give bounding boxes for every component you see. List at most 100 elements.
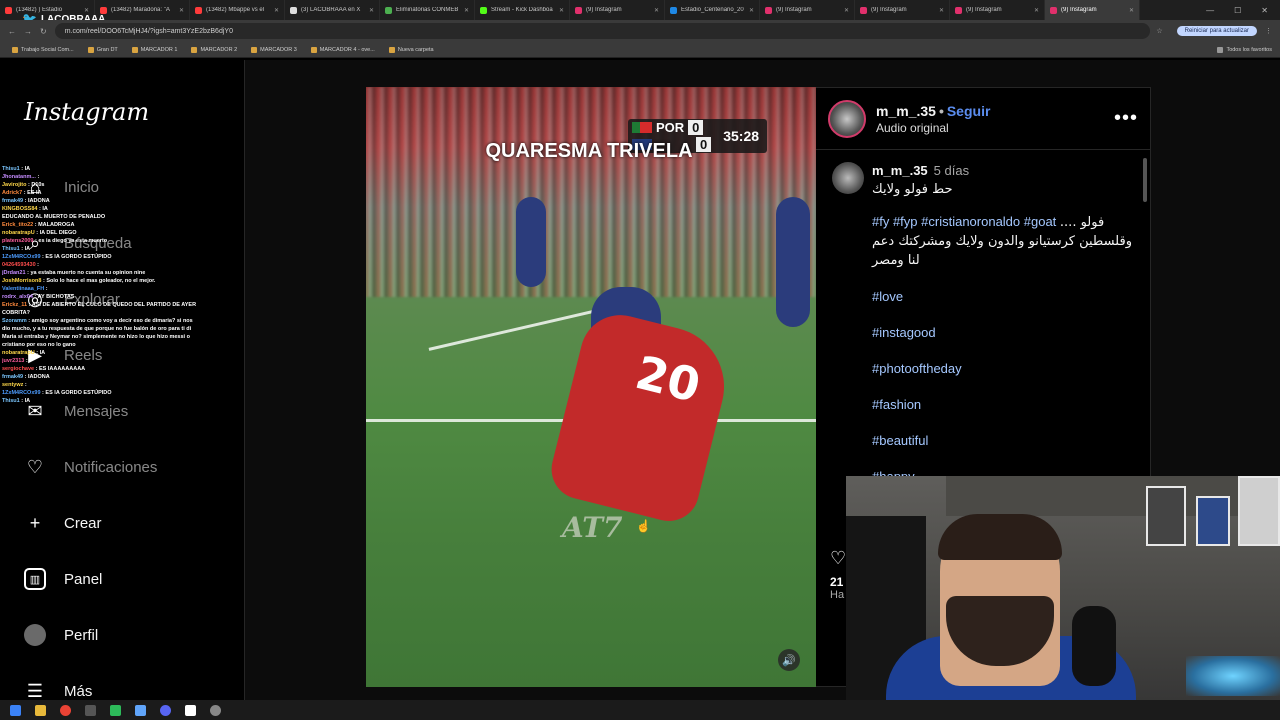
browser-tab[interactable]: (13482) Maradona: "A ✕ xyxy=(95,0,190,20)
close-tab-icon[interactable]: ✕ xyxy=(654,7,659,14)
sidebar-item-panel[interactable]: ▥ Panel xyxy=(24,568,102,590)
browser-tab[interactable]: (3) LACOBRAAA en X ✕ xyxy=(285,0,380,20)
menu-dots-icon[interactable]: ⋮ xyxy=(1265,27,1280,35)
star-icon[interactable]: ☆ xyxy=(1150,27,1168,35)
hashtag-link[interactable]: #instagood xyxy=(872,324,1132,342)
inline-hashtags[interactable]: #fy #fyp #cristianoronaldo #goat xyxy=(872,214,1056,229)
chat-username[interactable]: sentywz xyxy=(2,382,23,388)
update-button[interactable]: Reiniciar para actualizar xyxy=(1176,26,1257,36)
app-icon[interactable] xyxy=(85,704,96,716)
sidebar-item-crear[interactable]: + Crear xyxy=(24,512,102,534)
chat-text: ASÍ DE ABIERTO EL CULO DE QUEDO DEL PART… xyxy=(2,302,197,316)
chat-username[interactable]: jDrdan21 xyxy=(2,270,26,276)
back-icon[interactable]: ← xyxy=(8,27,16,36)
bookmark-item[interactable]: MARCADOR 3 xyxy=(251,46,297,53)
chat-username[interactable]: rodrx_alx04 xyxy=(2,294,33,300)
discord-icon[interactable] xyxy=(160,704,171,716)
close-tab-icon[interactable]: ✕ xyxy=(1034,7,1039,14)
close-tab-icon[interactable]: ✕ xyxy=(749,7,754,14)
bookmark-item[interactable]: Nueva carpeta xyxy=(388,46,434,53)
bookmark-item[interactable]: Gran DT xyxy=(87,46,118,53)
chat-username[interactable]: JoshMorrison8 xyxy=(2,278,41,284)
chat-username[interactable]: 1ZxM4RCOx99 xyxy=(2,390,41,396)
app-icon[interactable] xyxy=(110,704,121,716)
chat-username[interactable]: KINGBOSS84 xyxy=(2,206,37,212)
instagram-logo[interactable]: Instagram xyxy=(24,98,149,126)
author-avatar[interactable] xyxy=(828,99,866,138)
chat-message: Erick_tito22 : MALADROGA xyxy=(2,222,75,228)
maximize-icon[interactable]: ☐ xyxy=(1234,6,1241,15)
chat-username[interactable]: nobaratrapU xyxy=(2,350,35,356)
sidebar-item-notificaciones[interactable]: ♡ Notificaciones xyxy=(24,456,157,478)
close-tab-icon[interactable]: ✕ xyxy=(274,7,279,14)
chat-username[interactable]: Javirojito xyxy=(2,182,26,188)
forward-icon[interactable]: → xyxy=(24,27,32,36)
chat-username[interactable]: Szoramm xyxy=(2,318,27,324)
chat-username[interactable]: sergiochave xyxy=(2,366,34,372)
chat-username[interactable]: frmak49 xyxy=(2,374,23,380)
hashtag-link[interactable]: #fashion xyxy=(872,396,1132,414)
sidebar-item-ms[interactable]: ☰ Más xyxy=(24,680,92,702)
bookmark-item[interactable]: Trabajo Social Com... xyxy=(12,46,74,53)
all-bookmarks[interactable]: Todos los favoritos xyxy=(1217,46,1280,53)
browser-tab[interactable]: (9) Instagram ✕ xyxy=(1045,0,1140,20)
hashtag-link[interactable]: #photooftheday xyxy=(872,360,1132,378)
browser-tab[interactable]: Stream - Kick Dashboa ✕ xyxy=(475,0,570,20)
like-icon[interactable]: ♡ xyxy=(830,548,846,569)
chat-username[interactable]: Thisu1 xyxy=(2,398,20,404)
close-tab-icon[interactable]: ✕ xyxy=(1129,7,1134,14)
chat-username[interactable]: Jhonatanm... xyxy=(2,174,36,180)
obs-icon[interactable] xyxy=(185,704,196,716)
close-tab-icon[interactable]: ✕ xyxy=(369,7,374,14)
reload-icon[interactable]: ↻ xyxy=(40,27,47,36)
close-tab-icon[interactable]: ✕ xyxy=(939,7,944,14)
close-tab-icon[interactable]: ✕ xyxy=(464,7,469,14)
more-options-icon[interactable]: ••• xyxy=(1114,107,1138,130)
close-tab-icon[interactable]: ✕ xyxy=(559,7,564,14)
comments-scrollbar[interactable] xyxy=(1143,158,1147,202)
chat-username[interactable]: 04264593430 xyxy=(2,262,36,268)
browser-tab[interactable]: Eliminatorias CONMEB ✕ xyxy=(380,0,475,20)
chat-username[interactable]: Adrick7 xyxy=(2,190,22,196)
chat-username[interactable]: juvr2313 xyxy=(2,358,24,364)
author-username[interactable]: m_m_.35 xyxy=(876,103,936,119)
team-name: POR xyxy=(656,120,685,135)
follow-button[interactable]: Seguir xyxy=(947,103,991,119)
sidebar-item-perfil[interactable]: Perfil xyxy=(24,624,98,646)
speaker-icon[interactable]: 🔊 xyxy=(778,649,800,671)
chat-username[interactable]: Erick_tito22 xyxy=(2,222,33,228)
hashtag-link[interactable]: #beautiful xyxy=(872,432,1132,450)
folder-icon[interactable] xyxy=(35,704,46,716)
browser-tab[interactable]: (9) Instagram ✕ xyxy=(950,0,1045,20)
browser-tab[interactable]: (13482) Mbappe vs el ✕ xyxy=(190,0,285,20)
browser-tab[interactable]: Estadio_Centenario_20 ✕ xyxy=(665,0,760,20)
address-bar[interactable]: m.com/reel/DOO6TcMjHJ4/?igsh=amt3YzE2bzB… xyxy=(54,23,1151,39)
chat-username[interactable]: nobaratrapU xyxy=(2,230,35,236)
close-tab-icon[interactable]: ✕ xyxy=(179,7,184,14)
bookmark-item[interactable]: MARCADOR 1 xyxy=(131,46,177,53)
audio-label[interactable]: Audio original xyxy=(876,121,990,135)
chat-username[interactable]: Thisu1 xyxy=(2,246,20,252)
hashtag-link[interactable]: #love xyxy=(872,288,1132,306)
close-icon[interactable]: ✕ xyxy=(1261,6,1268,15)
start-icon[interactable] xyxy=(10,704,21,716)
close-tab-icon[interactable]: ✕ xyxy=(844,7,849,14)
comment-username[interactable]: m_m_.35 xyxy=(872,163,928,178)
chat-username[interactable]: Valentiinaaa_FH xyxy=(2,286,44,292)
bookmark-item[interactable]: MARCADOR 2 xyxy=(191,46,237,53)
app-icon[interactable] xyxy=(135,704,146,716)
browser-tab[interactable]: (9) Instagram ✕ xyxy=(760,0,855,20)
chat-username[interactable]: frmak49 xyxy=(2,198,23,204)
chat-username[interactable]: 1ZxM4RCOx99 xyxy=(2,254,41,260)
bookmark-item[interactable]: MARCADOR 4 - ove... xyxy=(310,46,375,53)
app-icon[interactable] xyxy=(210,704,221,716)
chat-username[interactable]: Thisu1 xyxy=(2,166,20,172)
browser-tab[interactable]: (9) Instagram ✕ xyxy=(855,0,950,20)
comment-avatar[interactable] xyxy=(832,162,864,194)
chat-username[interactable]: platens2009 xyxy=(2,238,34,244)
reel-video[interactable]: 20 POR 0 0 35:28 QUARESMA TRIVELA AT7 ☝ … xyxy=(366,87,816,687)
minimize-icon[interactable]: — xyxy=(1206,6,1214,15)
chat-username[interactable]: Erickz_11 xyxy=(2,302,27,308)
browser-tab[interactable]: (9) Instagram ✕ xyxy=(570,0,665,20)
chrome-icon[interactable] xyxy=(60,704,71,716)
